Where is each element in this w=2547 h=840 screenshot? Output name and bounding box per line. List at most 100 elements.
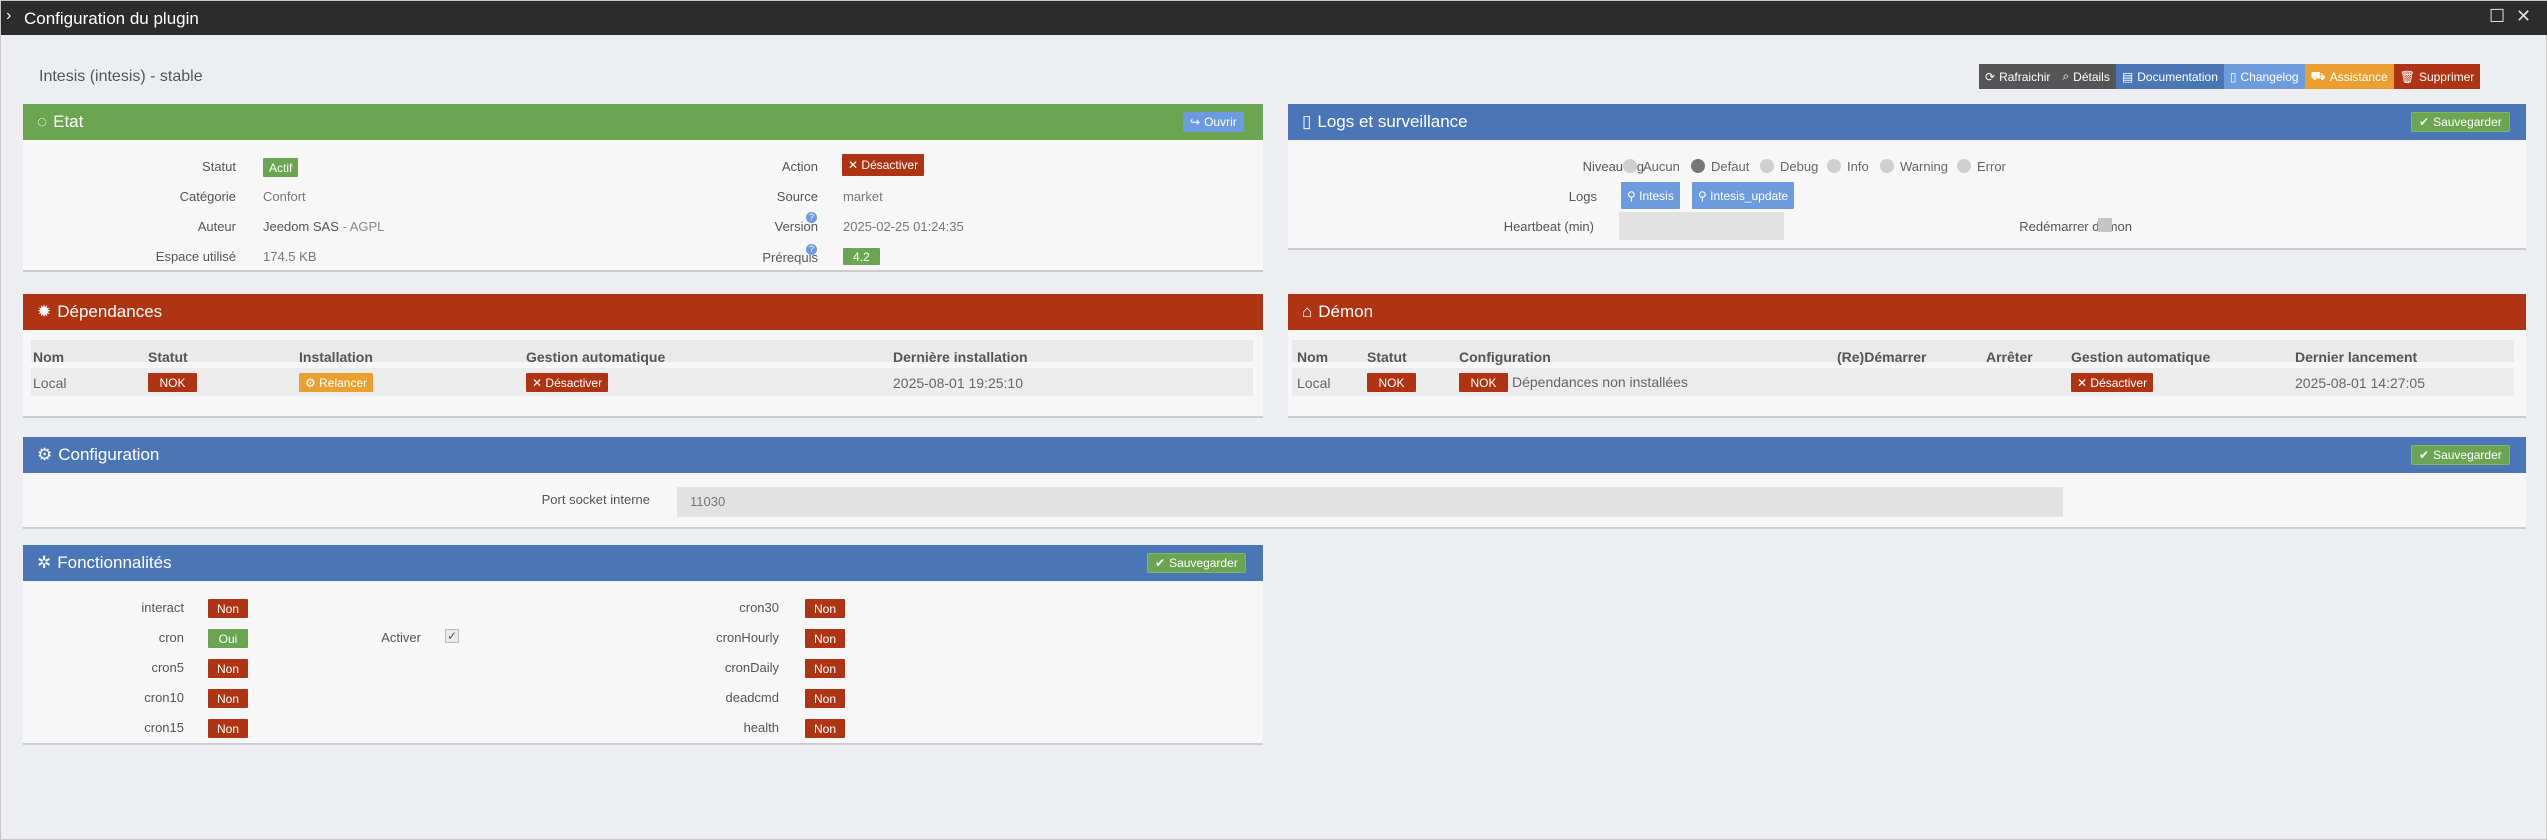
- level-error-label: Error: [1977, 159, 2006, 174]
- heartbeat-input[interactable]: [1619, 212, 1784, 240]
- col-derniere: Dernière installation: [893, 349, 1028, 365]
- prerequis-badge: 4.2: [843, 248, 880, 265]
- check-circle-icon: ✔: [2419, 115, 2430, 129]
- demon-statut-badge: NOK: [1367, 373, 1416, 392]
- feature-cron30-label: cron30: [739, 600, 779, 615]
- restart-daemon-label: Redémarrer démon: [2019, 219, 2132, 234]
- categorie-value: Confort: [263, 189, 306, 204]
- close-icon[interactable]: ✕: [2516, 6, 2531, 27]
- col-gestion: Gestion automatique: [526, 349, 666, 365]
- file-icon: ▯: [2229, 69, 2237, 84]
- port-socket-input[interactable]: 11030: [677, 487, 2063, 517]
- log-intesis-update-button[interactable]: ⚲ Intesis_update: [1692, 182, 1795, 209]
- col-configuration: Configuration: [1459, 349, 1551, 365]
- configuration-save-button[interactable]: ✔ Sauvegarder: [2411, 445, 2510, 465]
- feature-deadcmd-badge: Non: [805, 689, 845, 708]
- help-icon[interactable]: ?: [806, 212, 817, 223]
- assistance-button[interactable]: ⛟ Assistance: [2304, 64, 2394, 89]
- feature-cron5-label: cron5: [151, 660, 184, 675]
- times-icon: ✕: [532, 375, 543, 390]
- feature-interact-label: interact: [141, 600, 184, 615]
- col-redemarrer: (Re)Démarrer: [1837, 349, 1927, 365]
- auteur-value: Jeedom SAS - AGPL: [263, 219, 384, 234]
- trash-icon: 🗑: [2399, 69, 2415, 84]
- version-label: Version: [774, 219, 818, 234]
- fonctionnalites-panel: ✲ Fonctionnalités ✔ Sauvegarder interact …: [23, 545, 1263, 745]
- logs-header: ▯ Logs et surveillance ✔ Sauvegarder: [1288, 104, 2526, 140]
- level-error-radio[interactable]: [1957, 159, 1971, 173]
- feature-cron30-badge: Non: [805, 599, 845, 618]
- file-icon: ▯: [1302, 112, 1312, 131]
- changelog-button[interactable]: ▯ Changelog: [2223, 64, 2305, 89]
- demon-gestion-deactivate-button[interactable]: ✕ Désactiver: [2071, 373, 2154, 392]
- log-intesis-button[interactable]: ⚲ Intesis: [1621, 182, 1680, 209]
- prerequis-label: Prérequis: [762, 250, 818, 265]
- col-gestion: Gestion automatique: [2071, 349, 2211, 365]
- espace-value: 174.5 KB: [263, 249, 317, 264]
- relancer-button[interactable]: ⚙ Relancer: [299, 373, 374, 392]
- author-name: Jeedom SAS: [263, 219, 339, 234]
- institution-icon: ⌂: [1302, 302, 1313, 321]
- auteur-label: Auteur: [197, 219, 236, 234]
- demon-dernier-value: 2025-08-01 14:27:05: [2295, 375, 2425, 391]
- feature-cron15-label: cron15: [144, 720, 184, 735]
- window-title: Configuration du plugin: [24, 9, 199, 28]
- port-socket-value: 11030: [690, 494, 726, 509]
- demon-title: Démon: [1318, 302, 1374, 321]
- logs-title: Logs et surveillance: [1317, 112, 1468, 131]
- etat-header: ◌ Etat ↪ Ouvrir: [23, 104, 1263, 140]
- dependances-title: Dépendances: [57, 302, 163, 321]
- certificate-icon: ✹: [37, 302, 52, 321]
- deactivate-plugin-button[interactable]: ✕ Désactiver: [842, 154, 925, 176]
- open-button[interactable]: ↪ Ouvrir: [1183, 112, 1244, 132]
- activer-label: Activer: [381, 630, 421, 645]
- level-aucun-label: Aucun: [1643, 159, 1680, 174]
- details-button[interactable]: ⌕ Détails: [2056, 64, 2116, 89]
- col-nom: Nom: [33, 349, 65, 365]
- delete-button[interactable]: 🗑 Supprimer: [2393, 64, 2481, 89]
- title-bar: › Configuration du plugin ☐ ✕: [1, 1, 2547, 35]
- plugin-config-window: › Configuration du plugin ☐ ✕ Intesis (i…: [0, 0, 2547, 840]
- source-label: Source: [776, 189, 818, 204]
- col-statut: Statut: [1367, 349, 1407, 365]
- dep-statut-badge: NOK: [148, 373, 197, 392]
- chevron-right-icon: ›: [6, 7, 12, 24]
- statut-label: Statut: [202, 159, 236, 174]
- configuration-header: ⚙ Configuration ✔ Sauvegarder: [23, 437, 2526, 473]
- paperclip-icon: ⚲: [1627, 188, 1636, 203]
- feature-cron5-badge: Non: [208, 659, 248, 678]
- book-icon: ▤: [2121, 69, 2134, 84]
- demon-config-text: Dépendances non installées: [1512, 374, 1688, 390]
- demon-panel: ⌂ Démon Nom Statut Configuration (Re)Dém…: [1288, 294, 2526, 418]
- ambulance-icon: ⛟: [2310, 68, 2326, 83]
- fonctionnalites-save-button[interactable]: ✔ Sauvegarder: [1147, 553, 1246, 573]
- dep-nom: Local: [33, 375, 67, 391]
- level-debug-radio[interactable]: [1760, 159, 1774, 173]
- activer-checkbox[interactable]: ✓: [445, 629, 459, 643]
- table-row: [31, 368, 1253, 396]
- level-aucun-radio[interactable]: [1623, 159, 1637, 173]
- feature-health-label: health: [743, 720, 779, 735]
- source-value: market: [843, 189, 883, 204]
- col-nom: Nom: [1297, 349, 1329, 365]
- demon-header: ⌂ Démon: [1288, 294, 2526, 330]
- feature-interact-badge: Non: [208, 599, 248, 618]
- heartbeat-label: Heartbeat (min): [1503, 219, 1594, 234]
- refresh-button[interactable]: ⟳ Rafraichir: [1979, 64, 2057, 89]
- feature-health-badge: Non: [805, 719, 845, 738]
- spinner-icon: ◌: [37, 112, 48, 131]
- dep-gestion-deactivate-button[interactable]: ✕ Désactiver: [526, 373, 609, 392]
- col-dernier-lancement: Dernier lancement: [2295, 349, 2418, 365]
- niveau-log-label: Niveau log: [1582, 159, 1644, 174]
- documentation-button[interactable]: ▤ Documentation: [2115, 64, 2224, 89]
- level-warning-radio[interactable]: [1880, 159, 1894, 173]
- maximize-icon[interactable]: ☐: [2489, 6, 2505, 27]
- fonctionnalites-header: ✲ Fonctionnalités ✔ Sauvegarder: [23, 545, 1263, 581]
- col-installation: Installation: [299, 349, 373, 365]
- restart-daemon-checkbox[interactable]: [2098, 218, 2112, 232]
- logs-save-button[interactable]: ✔ Sauvegarder: [2411, 112, 2510, 132]
- check-circle-icon: ✔: [1155, 556, 1166, 570]
- level-info-radio[interactable]: [1827, 159, 1841, 173]
- level-defaut-radio[interactable]: [1691, 159, 1705, 173]
- help-icon[interactable]: ?: [806, 244, 817, 255]
